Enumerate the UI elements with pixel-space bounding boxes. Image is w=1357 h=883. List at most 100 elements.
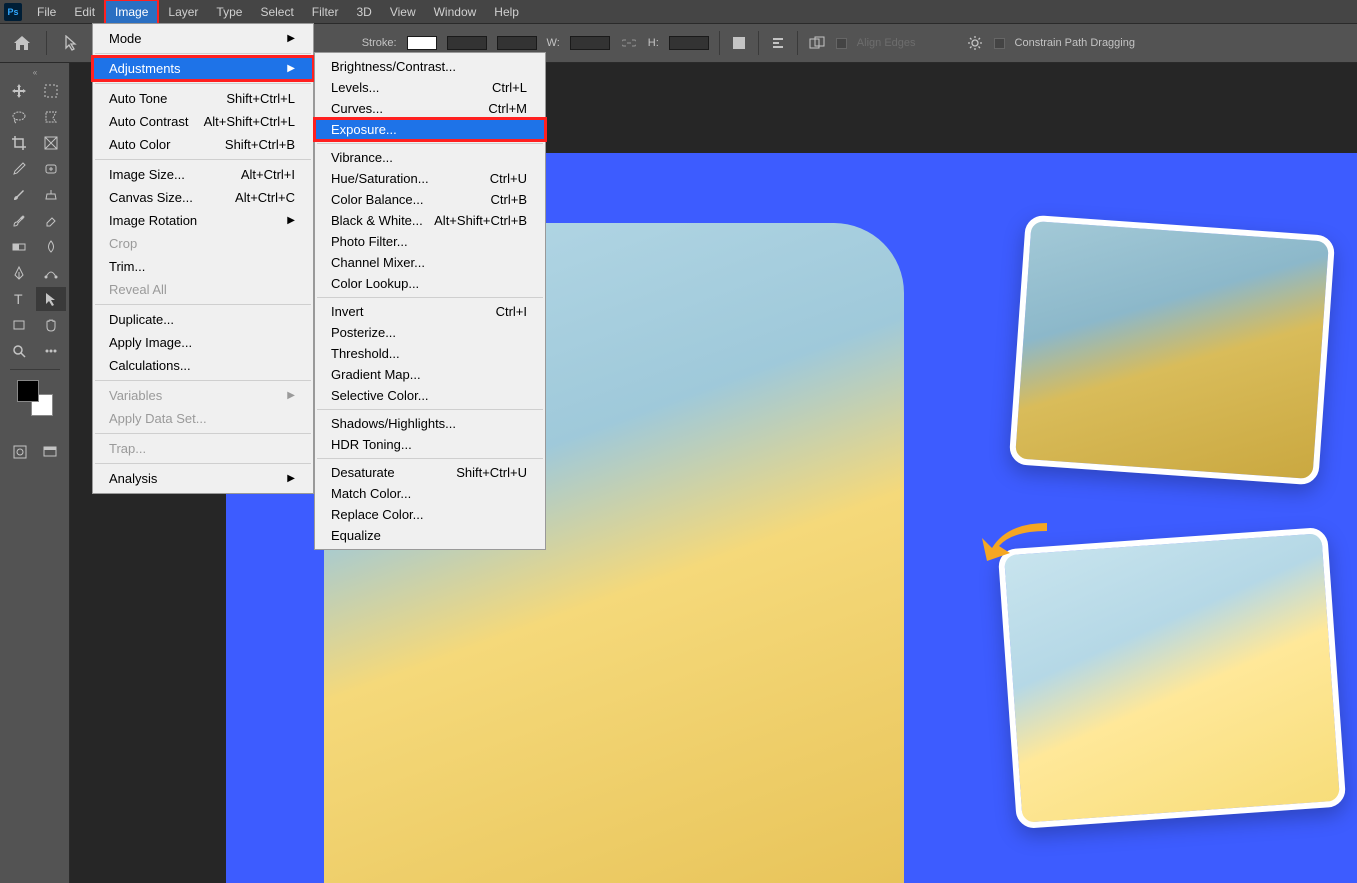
zoom-tool[interactable]	[4, 339, 34, 363]
image-menu-item-mode[interactable]: Mode▶	[93, 27, 313, 50]
w-label: W:	[547, 37, 560, 49]
image-menu-item-trim[interactable]: Trim...	[93, 255, 313, 278]
adjustments-item-color-lookup[interactable]: Color Lookup...	[315, 273, 545, 294]
align-icon[interactable]	[769, 34, 787, 52]
separator	[758, 31, 759, 55]
image-menu-item-auto-color[interactable]: Auto ColorShift+Ctrl+B	[93, 133, 313, 156]
clone-stamp-tool[interactable]	[36, 183, 66, 207]
adjustments-item-brightness-contrast[interactable]: Brightness/Contrast...	[315, 56, 545, 77]
link-icon[interactable]	[620, 34, 638, 52]
adjustments-item-replace-color[interactable]: Replace Color...	[315, 504, 545, 525]
menu-help[interactable]: Help	[485, 1, 528, 23]
app-logo: Ps	[4, 3, 22, 21]
adjustments-item-equalize[interactable]: Equalize	[315, 525, 545, 546]
home-icon[interactable]	[8, 32, 36, 55]
screen-mode-icon[interactable]	[39, 440, 61, 464]
foreground-color-swatch[interactable]	[17, 380, 39, 402]
adjustments-item-shadows-highlights[interactable]: Shadows/Highlights...	[315, 413, 545, 434]
pen-tool[interactable]	[4, 261, 34, 285]
menu-layer[interactable]: Layer	[159, 1, 207, 23]
image-menu-item-crop: Crop	[93, 232, 313, 255]
gear-icon[interactable]	[966, 34, 984, 52]
color-swatches[interactable]	[17, 380, 53, 416]
image-menu-item-canvas-size[interactable]: Canvas Size...Alt+Ctrl+C	[93, 186, 313, 209]
adjustments-item-invert[interactable]: InvertCtrl+I	[315, 301, 545, 322]
image-menu-item-apply-image[interactable]: Apply Image...	[93, 331, 313, 354]
menubar: Ps File Edit Image Layer Type Select Fil…	[0, 0, 1357, 23]
constrain-checkbox[interactable]	[994, 38, 1005, 49]
menu-filter[interactable]: Filter	[303, 1, 348, 23]
adjustments-item-desaturate[interactable]: DesaturateShift+Ctrl+U	[315, 462, 545, 483]
move-tool[interactable]	[4, 79, 34, 103]
menu-item-label: HDR Toning...	[331, 437, 412, 452]
history-brush-tool[interactable]	[4, 209, 34, 233]
adjustments-item-gradient-map[interactable]: Gradient Map...	[315, 364, 545, 385]
adjustments-item-vibrance[interactable]: Vibrance...	[315, 147, 545, 168]
menu-item-label: Reveal All	[109, 282, 167, 297]
adjustments-item-selective-color[interactable]: Selective Color...	[315, 385, 545, 406]
adjustments-item-photo-filter[interactable]: Photo Filter...	[315, 231, 545, 252]
align-edges-checkbox[interactable]	[836, 38, 847, 49]
adjustments-item-black-white[interactable]: Black & White...Alt+Shift+Ctrl+B	[315, 210, 545, 231]
image-menu-item-analysis[interactable]: Analysis▶	[93, 467, 313, 490]
toolbar-expand-icon[interactable]: «	[0, 67, 70, 77]
stroke-width-dropdown[interactable]	[447, 36, 487, 50]
adjustments-item-exposure[interactable]: Exposure...	[315, 119, 545, 140]
shape-icon[interactable]	[730, 34, 748, 52]
polygon-lasso-tool[interactable]	[36, 105, 66, 129]
menu-item-label: Auto Tone	[109, 91, 167, 106]
height-field[interactable]	[669, 36, 709, 50]
hand-tool[interactable]	[36, 313, 66, 337]
image-menu-item-image-rotation[interactable]: Image Rotation▶	[93, 209, 313, 232]
menu-type[interactable]: Type	[207, 1, 251, 23]
edit-toolbar-icon[interactable]	[36, 339, 66, 363]
menu-3d[interactable]: 3D	[347, 1, 380, 23]
cursor-icon[interactable]	[57, 32, 85, 55]
width-field[interactable]	[570, 36, 610, 50]
boolean-icon[interactable]	[808, 34, 826, 52]
rectangle-tool[interactable]	[4, 313, 34, 337]
adjustments-item-match-color[interactable]: Match Color...	[315, 483, 545, 504]
image-menu-item-calculations[interactable]: Calculations...	[93, 354, 313, 377]
lasso-tool[interactable]	[4, 105, 34, 129]
adjustments-item-posterize[interactable]: Posterize...	[315, 322, 545, 343]
menu-file[interactable]: File	[28, 1, 65, 23]
path-selection-tool[interactable]	[36, 287, 66, 311]
crop-tool[interactable]	[4, 131, 34, 155]
pen-curvature-tool[interactable]	[36, 261, 66, 285]
menu-item-label: Posterize...	[331, 325, 396, 340]
image-menu-item-duplicate[interactable]: Duplicate...	[93, 308, 313, 331]
image-menu-item-auto-tone[interactable]: Auto ToneShift+Ctrl+L	[93, 87, 313, 110]
toolbar: « T	[0, 63, 70, 883]
stroke-swatch[interactable]	[407, 36, 437, 50]
eraser-tool[interactable]	[36, 209, 66, 233]
brush-tool[interactable]	[4, 183, 34, 207]
menu-image[interactable]: Image	[104, 0, 159, 25]
image-menu-item-auto-contrast[interactable]: Auto ContrastAlt+Shift+Ctrl+L	[93, 110, 313, 133]
adjustments-item-color-balance[interactable]: Color Balance...Ctrl+B	[315, 189, 545, 210]
adjustments-item-hue-saturation[interactable]: Hue/Saturation...Ctrl+U	[315, 168, 545, 189]
submenu-arrow-icon: ▶	[287, 215, 295, 226]
stroke-style-dropdown[interactable]	[497, 36, 537, 50]
image-menu-item-image-size[interactable]: Image Size...Alt+Ctrl+I	[93, 163, 313, 186]
menu-window[interactable]: Window	[425, 1, 486, 23]
adjustments-item-hdr-toning[interactable]: HDR Toning...	[315, 434, 545, 455]
blur-tool[interactable]	[36, 235, 66, 259]
type-tool[interactable]: T	[4, 287, 34, 311]
gradient-tool[interactable]	[4, 235, 34, 259]
adjustments-item-levels[interactable]: Levels...Ctrl+L	[315, 77, 545, 98]
menu-edit[interactable]: Edit	[65, 1, 104, 23]
eyedropper-tool[interactable]	[4, 157, 34, 181]
quick-mask-icon[interactable]	[9, 440, 31, 464]
healing-brush-tool[interactable]	[36, 157, 66, 181]
image-menu-item-adjustments[interactable]: Adjustments▶	[93, 57, 313, 80]
menu-view[interactable]: View	[381, 1, 425, 23]
adjustments-item-threshold[interactable]: Threshold...	[315, 343, 545, 364]
frame-tool[interactable]	[36, 131, 66, 155]
marquee-tool[interactable]	[36, 79, 66, 103]
adjustments-item-channel-mixer[interactable]: Channel Mixer...	[315, 252, 545, 273]
align-edges-label: Align Edges	[857, 37, 916, 49]
separator	[797, 31, 798, 55]
menu-select[interactable]: Select	[251, 1, 302, 23]
adjustments-item-curves[interactable]: Curves...Ctrl+M	[315, 98, 545, 119]
